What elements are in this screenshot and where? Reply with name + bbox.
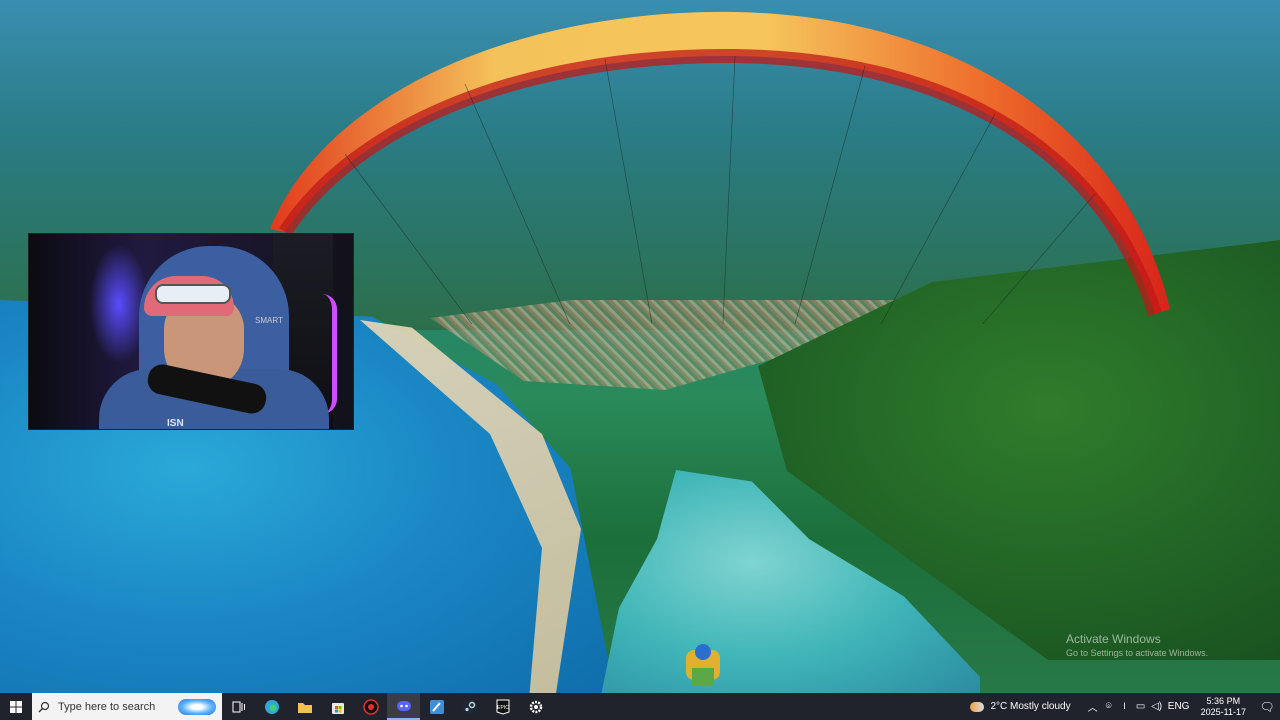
discord-icon bbox=[396, 700, 411, 711]
microphone-icon[interactable]: ⏽ bbox=[1117, 701, 1133, 712]
search-box[interactable]: Type here to search bbox=[32, 693, 222, 720]
desktop[interactable]: SMART ISN Activate Windows Go to Setting… bbox=[0, 0, 1280, 720]
activate-windows-watermark: Activate Windows Go to Settings to activ… bbox=[1066, 632, 1208, 660]
task-view-icon bbox=[232, 701, 245, 712]
chair-label: SMART bbox=[255, 316, 283, 325]
show-hidden-icons-icon[interactable]: ︿ bbox=[1085, 699, 1101, 714]
epic-icon: EPIC bbox=[496, 699, 509, 715]
discord-button[interactable] bbox=[387, 693, 420, 720]
paraglider-pilot bbox=[686, 644, 720, 686]
file-explorer-button[interactable] bbox=[288, 693, 321, 720]
neon-light bbox=[322, 294, 337, 414]
watermark-title: Activate Windows bbox=[1066, 632, 1161, 646]
network-icon[interactable]: ▭ bbox=[1133, 701, 1149, 712]
gear-icon bbox=[529, 700, 542, 713]
edge-icon bbox=[264, 699, 279, 714]
recorder-button[interactable] bbox=[354, 693, 387, 720]
volume-icon[interactable]: ◁) bbox=[1149, 701, 1165, 712]
language-indicator[interactable]: ENG bbox=[1165, 701, 1193, 712]
shirt-label: ISN bbox=[167, 418, 184, 429]
edge-button[interactable] bbox=[255, 693, 288, 720]
steam-button[interactable] bbox=[453, 693, 486, 720]
search-placeholder: Type here to search bbox=[58, 700, 156, 713]
notification-icon[interactable]: 🗨 bbox=[1254, 700, 1280, 714]
watermark-subtitle: Go to Settings to activate Windows. bbox=[1066, 648, 1209, 658]
search-icon bbox=[38, 701, 50, 712]
paint-button[interactable] bbox=[420, 693, 453, 720]
store-icon bbox=[331, 702, 344, 714]
start-button[interactable] bbox=[0, 693, 32, 720]
cortana-icon[interactable] bbox=[178, 698, 216, 715]
record-icon bbox=[362, 698, 379, 715]
sunglasses bbox=[155, 284, 231, 304]
webcam-overlay: SMART ISN bbox=[28, 233, 354, 430]
weather-widget[interactable]: 2°C Mostly cloudy bbox=[970, 701, 1071, 712]
task-view-button[interactable] bbox=[222, 693, 255, 720]
svg-text:EPIC: EPIC bbox=[497, 705, 509, 711]
clock-time: 5:36 PM bbox=[1206, 695, 1241, 706]
epic-games-button[interactable]: EPIC bbox=[486, 693, 519, 720]
store-button[interactable] bbox=[321, 693, 354, 720]
clock[interactable]: 5:36 PM 2025-11-17 bbox=[1201, 696, 1246, 718]
folder-icon bbox=[297, 702, 312, 713]
taskbar: Type here to search EPIC 2°C Mostly clou… bbox=[0, 693, 1280, 720]
weather-text: 2°C Mostly cloudy bbox=[990, 701, 1071, 712]
system-tray: 2°C Mostly cloudy ︿ ⌾ ⏽ ▭ ◁) ENG 5:36 PM… bbox=[970, 693, 1280, 720]
settings-button[interactable] bbox=[519, 693, 552, 720]
weather-icon bbox=[970, 701, 985, 712]
paint-icon bbox=[429, 699, 444, 714]
camera-icon[interactable]: ⌾ bbox=[1101, 701, 1117, 712]
paraglider-wing bbox=[270, 11, 1170, 324]
steam-icon bbox=[462, 699, 477, 714]
windows-icon bbox=[10, 700, 22, 713]
clock-date: 2025-11-17 bbox=[1200, 706, 1246, 717]
